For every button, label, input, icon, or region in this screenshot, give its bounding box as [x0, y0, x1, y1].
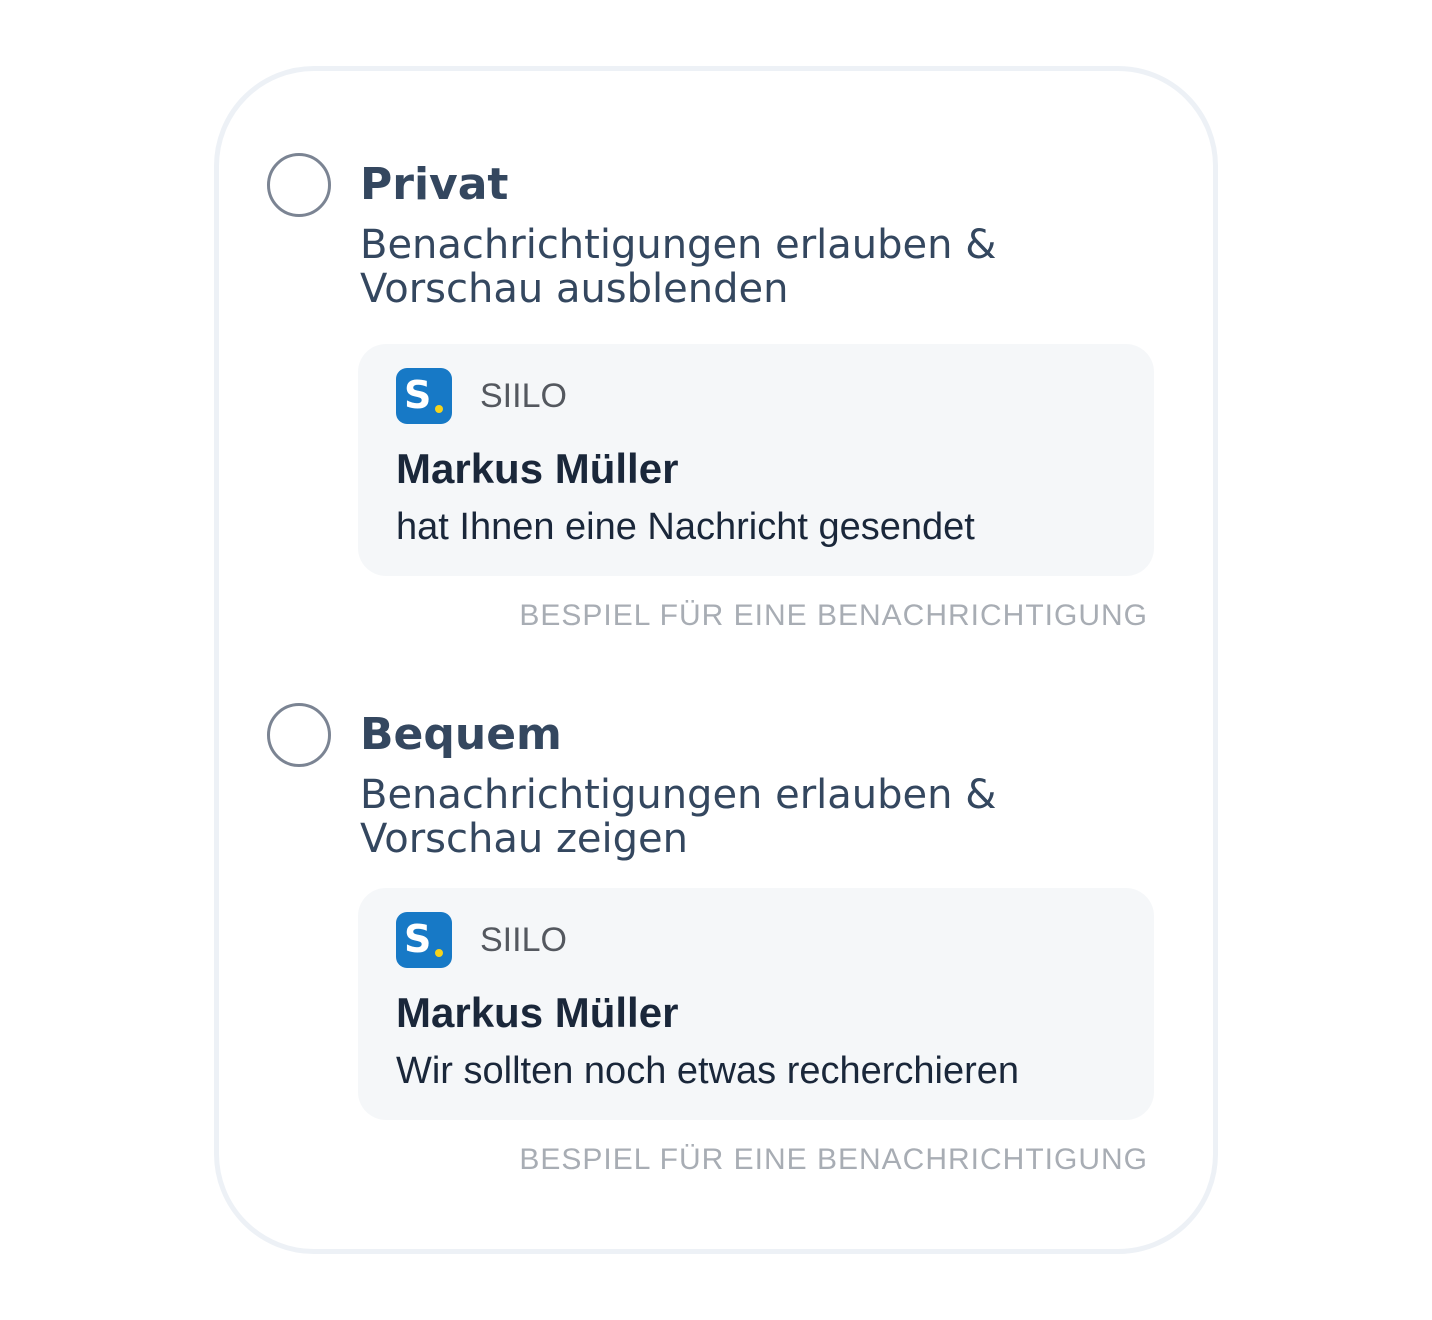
- app-icon-dot: [435, 405, 443, 413]
- app-icon-letter: S: [404, 373, 432, 417]
- app-name: SIILO: [480, 921, 567, 959]
- option-title: Bequem: [360, 709, 562, 760]
- notification-message: hat Ihnen eine Nachricht gesendet: [396, 506, 975, 548]
- siilo-app-icon: S: [396, 368, 452, 424]
- app-name: SIILO: [480, 377, 567, 415]
- notification-example-caption: BESPIEL FÜR EINE BENACHRICHTIGUNG: [519, 599, 1148, 632]
- option-description-line: Benachrichtigungen erlauben &: [360, 772, 997, 818]
- app-icon-letter: S: [404, 917, 432, 961]
- app-icon-dot: [435, 949, 443, 957]
- option-description-line: Vorschau zeigen: [360, 816, 689, 862]
- siilo-app-icon: S: [396, 912, 452, 968]
- notification-message: Wir sollten noch etwas recherchieren: [396, 1050, 1020, 1092]
- notification-settings-card: Privat Benachrichtigungen erlauben & Vor…: [214, 66, 1218, 1254]
- option-description: Benachrichtigungen erlauben & Vorschau z…: [360, 773, 1120, 861]
- option-description-line: Benachrichtigungen erlauben &: [360, 222, 997, 268]
- option-title: Privat: [360, 159, 509, 210]
- option-description: Benachrichtigungen erlauben & Vorschau a…: [360, 223, 1120, 311]
- option-description-line: Vorschau ausblenden: [360, 266, 789, 312]
- notification-sender: Markus Müller: [396, 445, 679, 492]
- radio-unselected-icon[interactable]: [267, 153, 331, 217]
- notification-preview: S SIILO Markus Müller hat Ihnen eine Nac…: [358, 344, 1154, 576]
- notification-example-caption: BESPIEL FÜR EINE BENACHRICHTIGUNG: [519, 1143, 1148, 1176]
- radio-unselected-icon[interactable]: [267, 703, 331, 767]
- notification-preview: S SIILO Markus Müller Wir sollten noch e…: [358, 888, 1154, 1120]
- notification-sender: Markus Müller: [396, 989, 679, 1036]
